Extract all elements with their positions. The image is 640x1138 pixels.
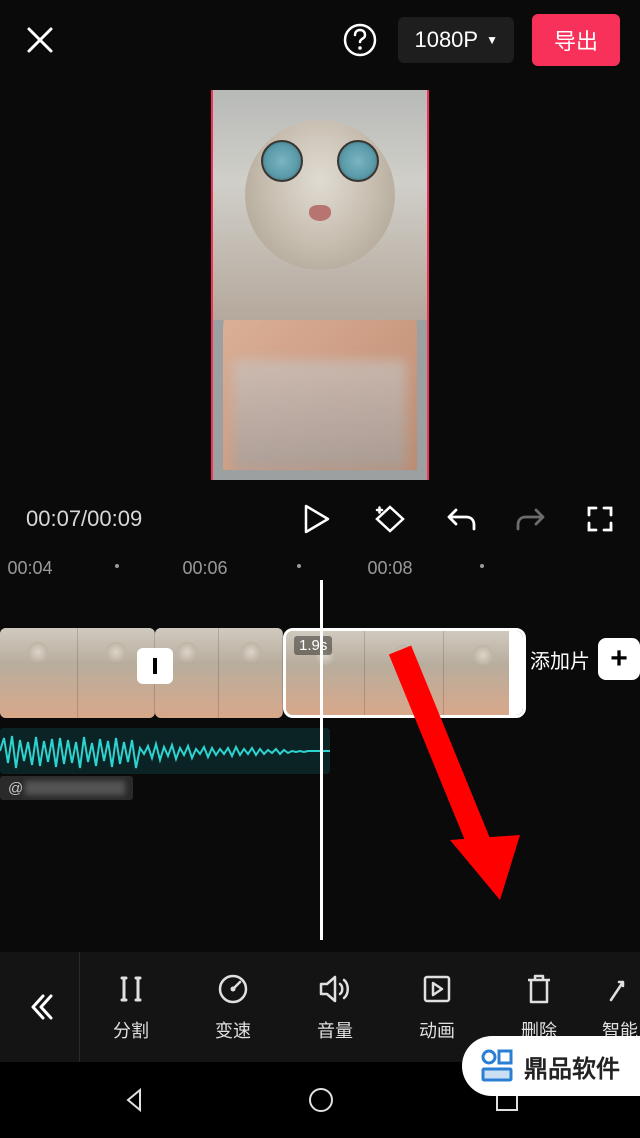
home-button[interactable]	[307, 1086, 335, 1114]
help-button[interactable]	[340, 20, 380, 60]
audio-track[interactable]	[0, 728, 330, 774]
play-button[interactable]	[302, 504, 330, 534]
fullscreen-button[interactable]	[586, 505, 614, 533]
split-icon	[114, 971, 148, 1007]
ruler-mark: 00:04	[7, 558, 52, 579]
resolution-select[interactable]: 1080P ▼	[398, 17, 514, 63]
trim-handle-right[interactable]	[509, 631, 523, 715]
clip[interactable]	[0, 628, 155, 718]
timecode: 00:07/00:09	[26, 506, 142, 532]
keyframe-button[interactable]	[370, 504, 406, 534]
tool-volume[interactable]: 音量	[284, 971, 386, 1043]
tool-label: 动画	[419, 1017, 455, 1043]
tool-label: 音量	[317, 1017, 353, 1043]
watermark-logo-icon	[478, 1047, 516, 1085]
ruler-mark: 00:08	[367, 558, 412, 579]
tool-smart[interactable]: 智能	[590, 971, 640, 1043]
tool-speed[interactable]: 变速	[182, 971, 284, 1043]
tool-label: 变速	[215, 1017, 251, 1043]
back-button[interactable]	[120, 1086, 148, 1114]
chevron-down-icon: ▼	[486, 33, 498, 47]
add-clip-label: 添加片	[530, 645, 590, 674]
video-preview[interactable]	[0, 90, 640, 480]
watermark-text: 鼎品软件	[524, 1049, 620, 1084]
volume-icon	[317, 971, 353, 1007]
clip-duration: 1.9s	[294, 636, 332, 655]
user-tag[interactable]: @	[0, 776, 133, 800]
smart-icon	[605, 971, 635, 1007]
delete-icon	[523, 971, 555, 1007]
animation-icon	[420, 971, 454, 1007]
ruler-mark: 00:06	[182, 558, 227, 579]
playhead[interactable]	[320, 580, 323, 940]
close-button[interactable]	[20, 20, 60, 60]
clip[interactable]	[155, 628, 283, 718]
tool-label: 分割	[113, 1017, 149, 1043]
tool-delete[interactable]: 删除	[488, 971, 590, 1043]
undo-button[interactable]	[446, 506, 476, 532]
timeline[interactable]: 1.9s 添加片 + @	[0, 580, 640, 940]
watermark: 鼎品软件	[462, 1036, 640, 1096]
video-frame	[211, 90, 429, 480]
add-clip-button[interactable]: +	[598, 638, 640, 680]
redo-button[interactable]	[516, 506, 546, 532]
speed-icon	[216, 971, 250, 1007]
resolution-label: 1080P	[414, 27, 478, 53]
tool-split[interactable]: 分割	[80, 971, 182, 1043]
transition-button[interactable]	[137, 648, 173, 684]
collapse-toolbar-button[interactable]	[0, 952, 80, 1062]
tool-animation[interactable]: 动画	[386, 971, 488, 1043]
export-button[interactable]: 导出	[532, 14, 620, 66]
